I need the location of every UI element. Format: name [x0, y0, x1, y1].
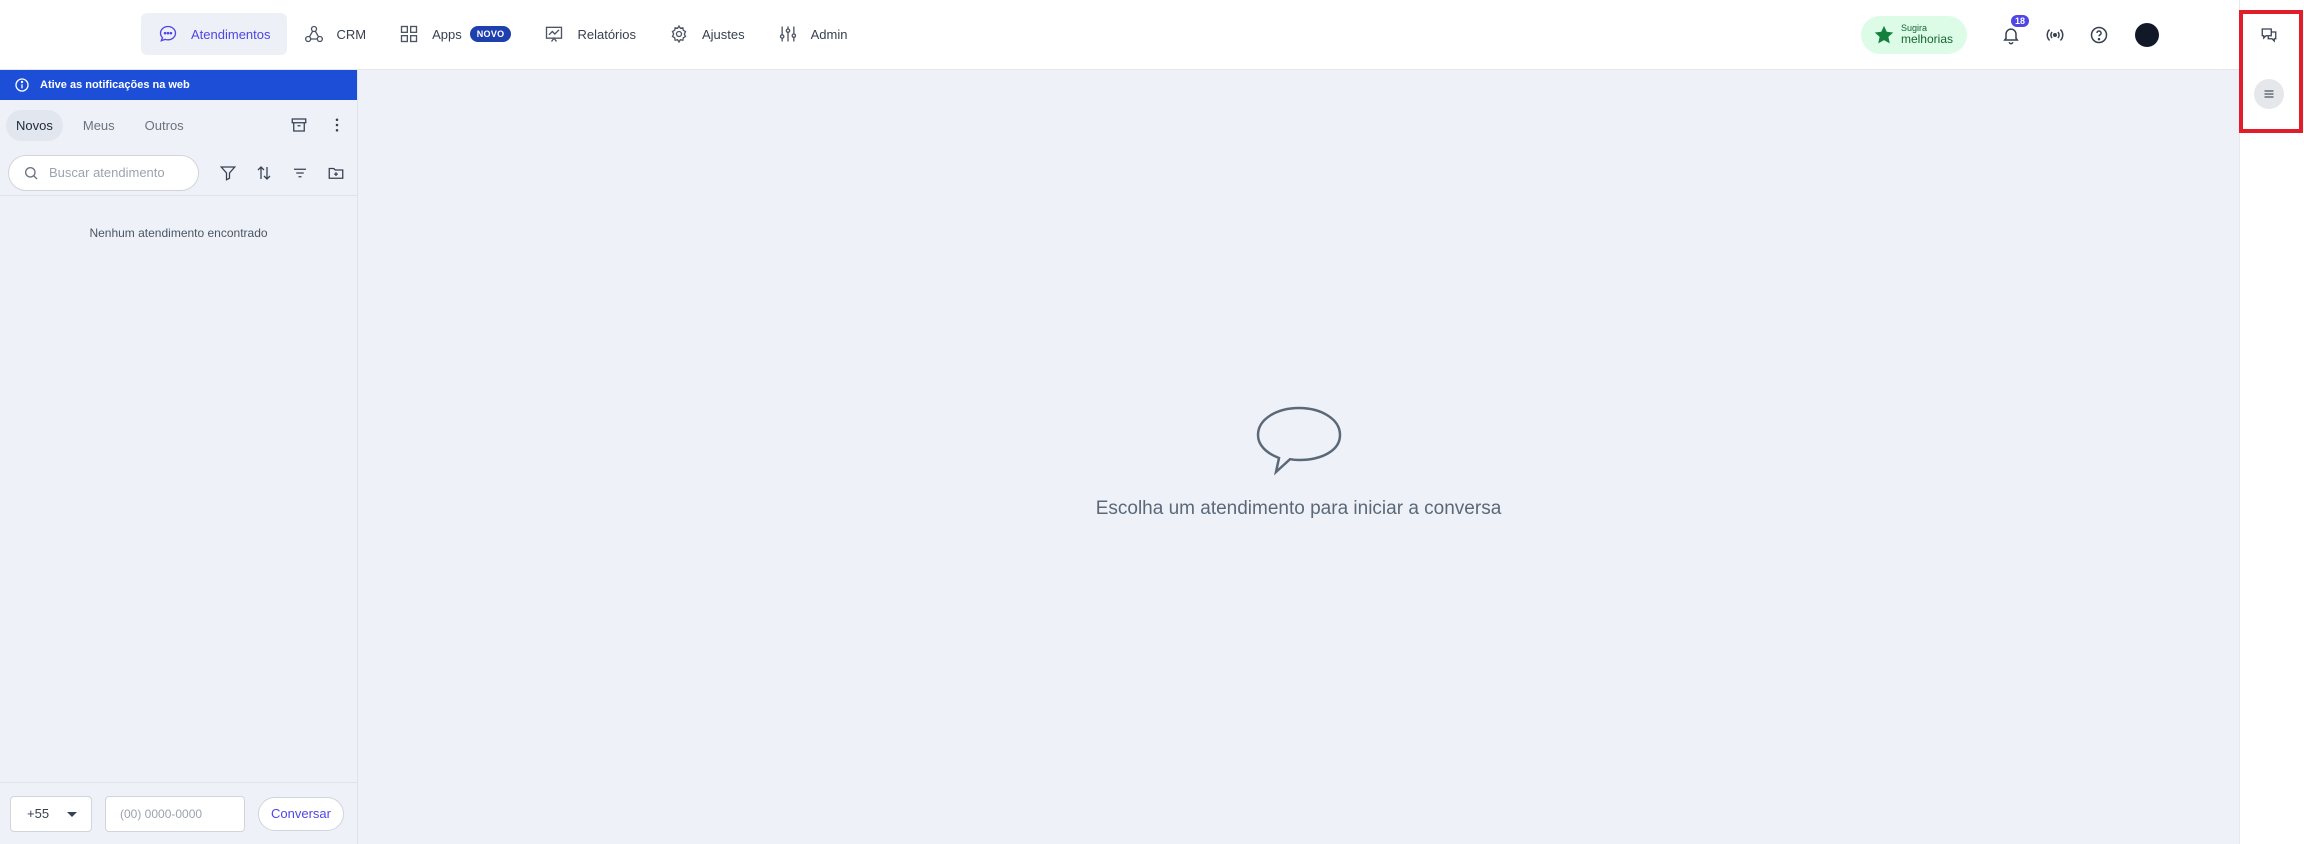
top-bar: Atendimentos CRM Apps NOVO Relatórios Aj…: [0, 0, 2239, 70]
suggest-label-bottom: melhorias: [1900, 32, 1953, 47]
empty-state-text: Escolha um atendimento para iniciar a co…: [1095, 498, 1502, 519]
country-code-value: +55: [27, 806, 50, 821]
nav-label: CRM: [336, 26, 367, 42]
info-icon: [15, 78, 29, 92]
conversations-rail-button[interactable]: [2252, 18, 2286, 52]
menu-lines-icon: [2264, 90, 2274, 98]
reports-chart-icon: [543, 23, 565, 45]
sort-button[interactable]: [251, 160, 277, 186]
search-input[interactable]: [49, 165, 189, 180]
tab-outros[interactable]: Outros: [135, 110, 194, 141]
start-conversation-button[interactable]: Conversar: [258, 796, 344, 831]
filter-lines-icon: [294, 168, 306, 177]
chat-bubbles-icon: [2261, 28, 2277, 43]
bell-icon: [2003, 28, 2019, 45]
nav-label: Ajustes: [702, 26, 745, 42]
sort-arrows-icon: [257, 165, 271, 180]
search-row: [0, 150, 357, 196]
notification-count-badge: 18: [2010, 15, 2029, 27]
help-button[interactable]: [2085, 21, 2113, 49]
filter-button[interactable]: [215, 160, 241, 186]
main-nav: Atendimentos CRM Apps NOVO Relatórios Aj…: [141, 13, 864, 55]
crm-nodes-icon: [303, 23, 325, 45]
nav-relatorios[interactable]: Relatórios: [527, 13, 652, 55]
phone-input[interactable]: [105, 795, 245, 832]
add-folder-button[interactable]: [323, 160, 349, 186]
conversations-sidebar: Ative as notificações na web Novos Meus …: [0, 70, 358, 844]
gear-icon: [668, 23, 690, 45]
nav-ajustes[interactable]: Ajustes: [652, 13, 761, 55]
nav-label: Relatórios: [577, 26, 636, 42]
country-code-select[interactable]: +55: [10, 795, 92, 832]
nav-apps[interactable]: Apps NOVO: [382, 13, 527, 55]
nav-label: Atendimentos: [191, 26, 271, 42]
tab-novos[interactable]: Novos: [6, 109, 63, 141]
nav-crm[interactable]: CRM: [287, 13, 383, 55]
chevron-down-icon: [67, 811, 77, 817]
header-tools: Sugira melhorias 18: [1860, 15, 2159, 55]
nav-label: Admin: [810, 26, 848, 42]
broadcast-button[interactable]: [2041, 21, 2069, 49]
search-icon: [25, 166, 38, 179]
sidebar-tabs: Novos Meus Outros: [0, 100, 357, 150]
folder-plus-icon: [328, 167, 344, 179]
search-field[interactable]: [8, 154, 199, 191]
tab-meus[interactable]: Meus: [73, 110, 125, 141]
speech-bubble-icon: [1256, 406, 1341, 476]
avatar[interactable]: [2135, 23, 2159, 47]
new-badge: NOVO: [469, 26, 512, 42]
star-icon: [1874, 25, 1894, 44]
sliders-icon: [777, 23, 799, 45]
conversation-panel: Escolha um atendimento para iniciar a co…: [358, 70, 2239, 844]
banner-text: Ative as notificações na web: [40, 79, 190, 91]
chat-bubble-icon: [157, 23, 179, 45]
list-filter-button[interactable]: [287, 160, 313, 186]
more-options-button[interactable]: [325, 113, 349, 137]
broadcast-icon: [2046, 29, 2064, 41]
empty-list-message: Nenhum atendimento encontrado: [89, 226, 268, 240]
nav-atendimentos[interactable]: Atendimentos: [141, 13, 287, 55]
nav-label: Apps: [432, 26, 462, 42]
funnel-icon: [219, 165, 237, 181]
archive-button[interactable]: [287, 113, 311, 137]
notifications-button[interactable]: 18: [1997, 15, 2029, 49]
empty-state: Escolha um atendimento para iniciar a co…: [358, 404, 2239, 520]
menu-rail-button[interactable]: [2254, 79, 2284, 109]
apps-grid-icon: [398, 23, 420, 45]
web-notifications-banner[interactable]: Ative as notificações na web: [0, 70, 357, 100]
nav-admin[interactable]: Admin: [761, 13, 864, 55]
archive-icon: [291, 118, 307, 132]
new-conversation-bar: +55 Conversar: [0, 782, 358, 844]
suggest-improvements-button[interactable]: Sugira melhorias: [1860, 16, 1967, 54]
more-vertical-icon: [335, 118, 339, 132]
help-icon: [2090, 26, 2108, 44]
